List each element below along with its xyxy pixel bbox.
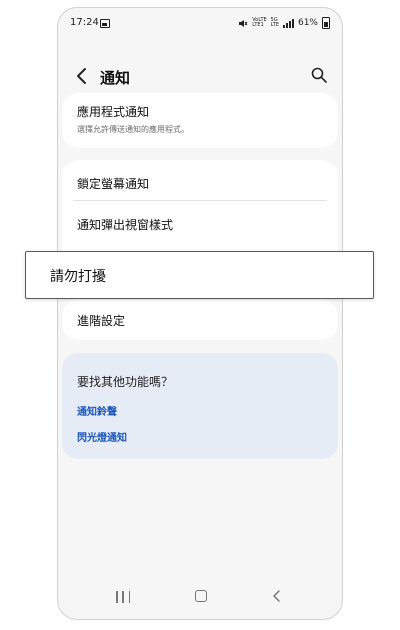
battery-percent: 61% <box>297 18 318 28</box>
mute-icon <box>239 19 248 27</box>
status-bar: 17:24 VoLTE LTE1 5G LTE 61% <box>58 8 342 38</box>
home-icon[interactable] <box>195 590 207 602</box>
suggestions-card: 要找其他功能嗎？ 通知鈴聲 閃光燈通知 <box>62 353 338 459</box>
app-notifications-card[interactable]: 應用程式通知 選擇允許傳送通知的應用程式。 <box>62 93 338 148</box>
app-bar: 通知 <box>58 56 342 96</box>
network-type-indicator: 5G LTE <box>270 17 279 28</box>
notification-sound-link[interactable]: 通知鈴聲 <box>77 403 117 418</box>
gallery-notification-icon <box>100 19 110 28</box>
advanced-settings-card[interactable]: 進階設定 <box>62 300 338 340</box>
signal-icon <box>282 18 294 28</box>
nav-back-icon[interactable] <box>271 589 283 603</box>
phone-screen: 17:24 VoLTE LTE1 5G LTE 61% 通知 應用程式通知 選擇… <box>57 7 343 620</box>
suggestions-title: 要找其他功能嗎？ <box>77 375 174 389</box>
back-arrow-icon[interactable] <box>74 66 90 86</box>
app-notifications-title: 應用程式通知 <box>77 105 150 119</box>
app-notifications-subtitle: 選擇允許傳送通知的應用程式。 <box>77 125 189 134</box>
recent-apps-icon[interactable] <box>116 591 130 603</box>
advanced-settings-item[interactable]: 進階設定 <box>77 312 323 329</box>
status-time: 17:24 <box>70 17 99 28</box>
page-title: 通知 <box>100 69 131 87</box>
battery-icon <box>322 17 330 29</box>
volte-indicator: VoLTE LTE1 <box>252 17 267 28</box>
navigation-bar <box>58 575 342 619</box>
popup-style-item[interactable]: 通知彈出視窗樣式 <box>77 216 323 233</box>
lock-screen-notifications-item[interactable]: 鎖定螢幕通知 <box>77 175 323 192</box>
do-not-disturb-label: 請勿打擾 <box>50 269 106 285</box>
do-not-disturb-item[interactable]: 請勿打擾 <box>25 251 374 299</box>
flash-notification-link[interactable]: 閃光燈通知 <box>77 429 127 444</box>
divider <box>73 200 327 201</box>
app-notifications-item[interactable]: 應用程式通知 選擇允許傳送通知的應用程式。 <box>77 103 323 135</box>
status-icons: VoLTE LTE1 5G LTE 61% <box>238 17 330 29</box>
search-icon[interactable] <box>310 66 328 84</box>
